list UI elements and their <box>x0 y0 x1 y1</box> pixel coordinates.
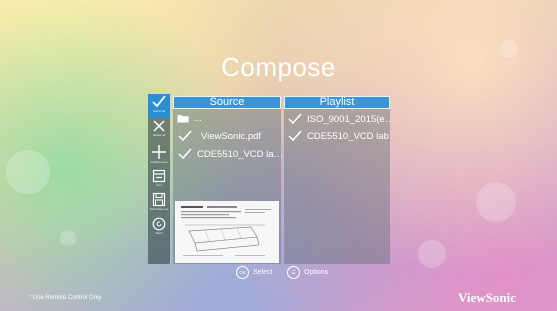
save-icon <box>152 192 166 207</box>
source-file-name: ViewSonic.pdf <box>201 130 262 142</box>
source-file-row[interactable]: CDE5510_VCD la… <box>178 148 283 160</box>
folder-up-label: ... <box>194 113 202 124</box>
back-button[interactable]: Back <box>148 217 170 241</box>
back-icon <box>152 217 166 231</box>
close-icon <box>153 120 165 132</box>
options-hint-label: Options <box>304 269 329 276</box>
bokeh-circle <box>60 230 76 246</box>
plus-icon <box>152 145 166 159</box>
document-preview <box>175 201 279 263</box>
add-remove-button[interactable]: Add/Remove <box>148 144 170 168</box>
options-hint: ☰ Options <box>287 266 328 279</box>
select-hint-label: Select <box>253 269 273 276</box>
document-thumbnail <box>175 201 279 263</box>
folder-icon <box>177 115 189 123</box>
playlist-item-name: ISO_9001_2015(e… <box>307 113 390 125</box>
delete-all-button[interactable]: Delete all <box>148 119 170 143</box>
check-icon <box>288 130 302 142</box>
save-button[interactable]: Save/Save as <box>148 192 170 216</box>
delete-all-label: Delete all <box>152 133 166 137</box>
folder-up-row[interactable]: ... <box>177 113 202 124</box>
sort-icon <box>152 169 166 183</box>
action-toolbar: Select all Delete all Add/Remove Sort Sa… <box>148 94 170 264</box>
page-title: Compose <box>221 52 336 82</box>
check-icon <box>178 130 192 142</box>
source-panel: Source ... ViewSonic.pdf CDE5510_VCD la… <box>173 96 283 264</box>
playlist-item-name: CDE5510_VCD lab <box>307 130 389 142</box>
bokeh-circle <box>476 182 516 222</box>
check-icon <box>178 148 192 160</box>
source-file-name: CDE5510_VCD la… <box>197 148 284 160</box>
playlist-header: Playlist <box>284 96 390 109</box>
bokeh-circle <box>418 240 446 268</box>
menu-key-icon: ☰ <box>287 266 300 279</box>
playlist-panel: Playlist ISO_9001_2015(e… CDE5510_VCD la… <box>284 96 390 264</box>
playlist-item-row[interactable]: ISO_9001_2015(e… <box>288 113 390 125</box>
bokeh-circle <box>6 150 50 194</box>
select-hint: OK Select <box>236 266 272 279</box>
ok-key-icon: OK <box>236 266 249 279</box>
back-label: Back <box>155 231 163 235</box>
save-label: Save/Save as <box>149 207 169 211</box>
sort-button[interactable]: Sort <box>148 169 170 191</box>
add-remove-label: Add/Remove <box>150 160 168 164</box>
select-all-label: Select all <box>152 109 166 113</box>
brand-logo: ViewSonic <box>458 290 517 305</box>
sort-label: Sort <box>156 183 162 187</box>
playlist-item-row[interactable]: CDE5510_VCD lab <box>288 130 389 142</box>
select-all-button[interactable]: Select all <box>148 94 170 118</box>
source-header: Source <box>173 96 281 109</box>
source-file-row[interactable]: ViewSonic.pdf <box>178 130 261 142</box>
check-icon <box>288 113 302 125</box>
remote-control-note: * Use Remote Control Only <box>29 295 102 301</box>
check-icon <box>152 95 166 108</box>
